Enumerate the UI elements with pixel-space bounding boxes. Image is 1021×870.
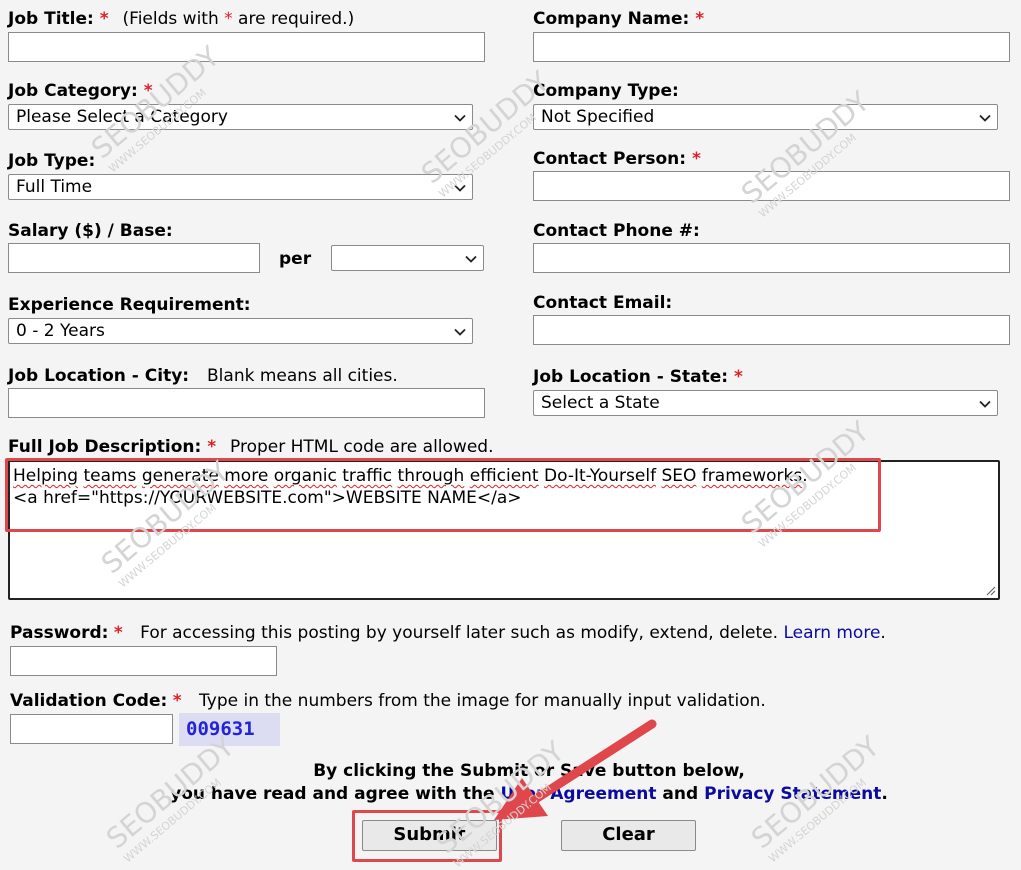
contact-phone-input[interactable]: [533, 243, 1010, 273]
description-word: organic: [273, 466, 337, 486]
validation-label: Validation Code: * Type in the numbers f…: [10, 691, 766, 711]
job-type-value: Full Time: [16, 177, 93, 197]
chevron-down-icon: [979, 114, 991, 122]
salary-label: Salary ($) / Base:: [8, 221, 173, 241]
job-city-input[interactable]: [8, 388, 485, 418]
job-type-select[interactable]: Full Time: [8, 174, 473, 200]
captcha-image: 009631: [179, 713, 280, 746]
description-line-2: <a href="https://YOURWEBSITE.com">WEBSIT…: [13, 488, 522, 508]
contact-phone-label: Contact Phone #:: [533, 221, 700, 241]
company-type-select[interactable]: Not Specified: [533, 104, 998, 130]
company-name-input[interactable]: [533, 32, 1010, 62]
chevron-down-icon: [454, 328, 466, 336]
chevron-down-icon: [454, 184, 466, 192]
company-type-label: Company Type:: [533, 81, 679, 101]
agreement-line-1: By clicking the Submit or Save button be…: [313, 761, 745, 781]
privacy-statement-link[interactable]: Privacy Statement: [704, 784, 881, 804]
job-category-value: Please Select a Category: [16, 107, 228, 127]
user-agreement-link[interactable]: User Agreement: [501, 784, 657, 804]
contact-email-input[interactable]: [533, 315, 1010, 345]
description-word: more: [224, 466, 269, 486]
description-line-1: Helping teams generate more organic traf…: [13, 465, 808, 487]
contact-person-input[interactable]: [533, 171, 1010, 201]
description-period: .: [802, 466, 808, 486]
validation-input[interactable]: [10, 714, 173, 744]
job-category-label: Job Category: *: [8, 81, 153, 101]
chevron-down-icon: [979, 400, 991, 408]
job-type-label: Job Type:: [8, 151, 96, 171]
per-label: per: [279, 249, 312, 269]
description-word: SEO: [661, 466, 697, 486]
password-input[interactable]: [10, 646, 277, 676]
company-type-value: Not Specified: [541, 107, 655, 127]
description-word: efficient: [469, 466, 539, 486]
job-state-select[interactable]: Select a State: [533, 390, 998, 416]
learn-more-link[interactable]: Learn more: [783, 623, 880, 643]
description-word: Do-It-Yourself: [544, 466, 657, 486]
contact-email-label: Contact Email:: [533, 293, 673, 313]
experience-label: Experience Requirement:: [8, 295, 251, 315]
description-word: through: [397, 466, 465, 486]
job-title-input[interactable]: [8, 32, 485, 62]
salary-base-select[interactable]: [331, 245, 484, 271]
description-content: Helping teams generate more organic traf…: [13, 465, 808, 509]
submit-button[interactable]: Submit: [362, 820, 497, 851]
chevron-down-icon: [465, 255, 477, 263]
job-state-value: Select a State: [541, 393, 660, 413]
description-word: Helping: [13, 466, 79, 486]
experience-value: 0 - 2 Years: [16, 321, 105, 341]
agreement-line-2: you have read and agree with the User Ag…: [170, 784, 888, 804]
description-word: generate: [141, 466, 219, 486]
job-category-select[interactable]: Please Select a Category: [8, 104, 473, 130]
experience-select[interactable]: 0 - 2 Years: [8, 318, 473, 344]
job-title-label: Job Title: * (Fields with * are required…: [8, 9, 355, 29]
description-textarea[interactable]: Helping teams generate more organic traf…: [8, 460, 1000, 600]
salary-input[interactable]: [8, 243, 260, 273]
description-word: traffic: [342, 466, 393, 486]
clear-button[interactable]: Clear: [561, 820, 696, 851]
resize-handle-icon[interactable]: [984, 584, 996, 596]
company-name-label: Company Name: *: [533, 9, 705, 29]
contact-person-label: Contact Person: *: [533, 149, 701, 169]
description-word: teams: [83, 466, 137, 486]
job-state-label: Job Location - State: *: [533, 367, 743, 387]
description-label: Full Job Description: * Proper HTML code…: [8, 437, 494, 457]
description-word: frameworks: [701, 466, 803, 486]
job-city-label: Job Location - City: Blank means all cit…: [8, 366, 398, 386]
password-label: Password: * For accessing this posting b…: [10, 623, 886, 643]
chevron-down-icon: [454, 114, 466, 122]
